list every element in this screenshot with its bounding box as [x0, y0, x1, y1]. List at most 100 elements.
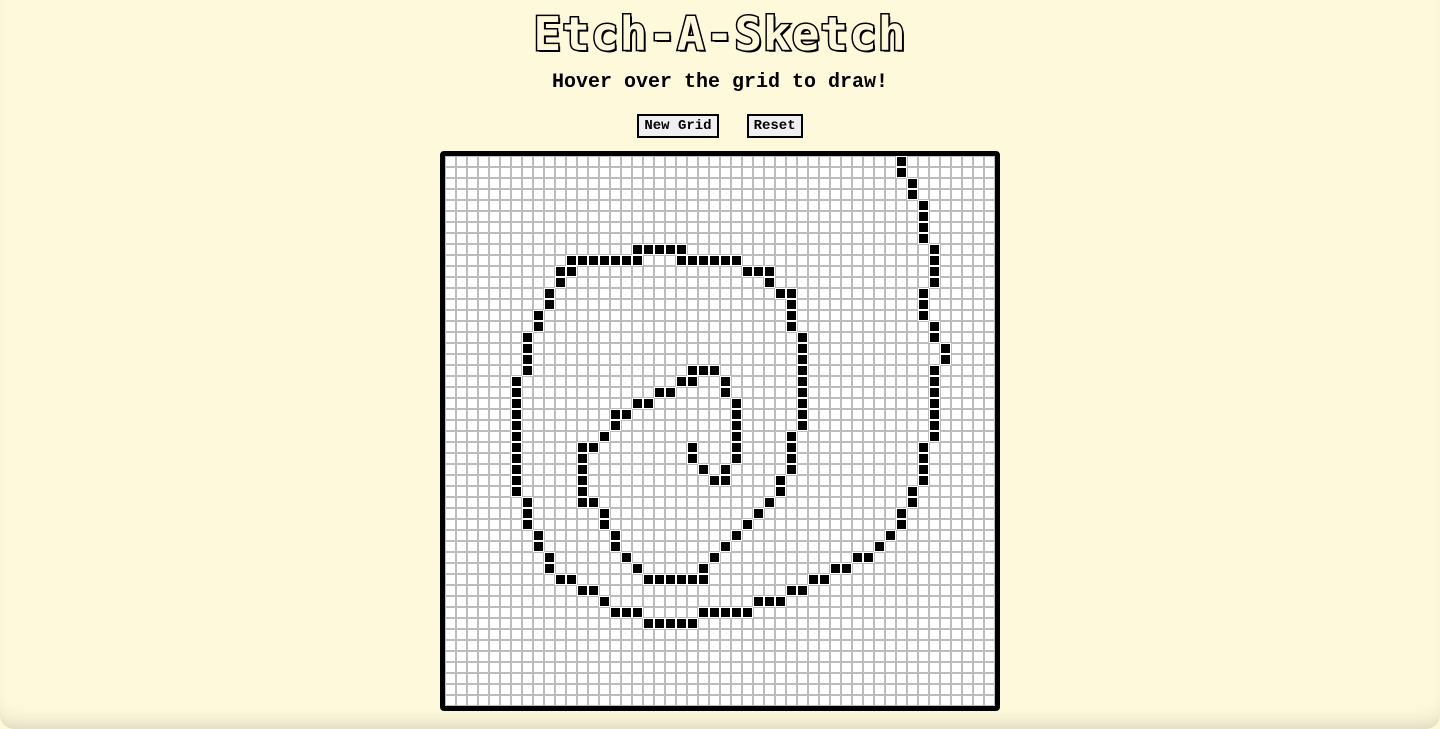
grid-cell[interactable]: [863, 497, 874, 508]
grid-cell[interactable]: [555, 266, 566, 277]
grid-cell[interactable]: [489, 574, 500, 585]
grid-cell[interactable]: [698, 200, 709, 211]
grid-cell[interactable]: [511, 640, 522, 651]
grid-cell[interactable]: [863, 464, 874, 475]
grid-cell[interactable]: [544, 387, 555, 398]
grid-cell[interactable]: [731, 398, 742, 409]
grid-cell[interactable]: [819, 398, 830, 409]
grid-cell[interactable]: [500, 178, 511, 189]
grid-cell[interactable]: [533, 332, 544, 343]
grid-cell[interactable]: [962, 387, 973, 398]
grid-cell[interactable]: [709, 684, 720, 695]
grid-cell[interactable]: [764, 244, 775, 255]
grid-cell[interactable]: [852, 332, 863, 343]
grid-cell[interactable]: [775, 233, 786, 244]
grid-cell[interactable]: [566, 541, 577, 552]
grid-cell[interactable]: [885, 497, 896, 508]
grid-cell[interactable]: [753, 442, 764, 453]
grid-cell[interactable]: [962, 233, 973, 244]
grid-cell[interactable]: [973, 233, 984, 244]
grid-cell[interactable]: [929, 662, 940, 673]
grid-cell[interactable]: [511, 453, 522, 464]
grid-cell[interactable]: [742, 618, 753, 629]
grid-cell[interactable]: [731, 618, 742, 629]
grid-cell[interactable]: [643, 453, 654, 464]
grid-cell[interactable]: [467, 332, 478, 343]
grid-cell[interactable]: [621, 596, 632, 607]
grid-cell[interactable]: [577, 519, 588, 530]
grid-cell[interactable]: [731, 563, 742, 574]
grid-cell[interactable]: [764, 695, 775, 706]
grid-cell[interactable]: [896, 519, 907, 530]
grid-cell[interactable]: [874, 189, 885, 200]
grid-cell[interactable]: [621, 552, 632, 563]
grid-cell[interactable]: [885, 343, 896, 354]
grid-cell[interactable]: [775, 211, 786, 222]
grid-cell[interactable]: [940, 629, 951, 640]
grid-cell[interactable]: [852, 222, 863, 233]
grid-cell[interactable]: [753, 266, 764, 277]
grid-cell[interactable]: [632, 585, 643, 596]
grid-cell[interactable]: [489, 299, 500, 310]
grid-cell[interactable]: [819, 640, 830, 651]
grid-cell[interactable]: [511, 541, 522, 552]
grid-cell[interactable]: [665, 651, 676, 662]
grid-cell[interactable]: [841, 387, 852, 398]
grid-cell[interactable]: [621, 475, 632, 486]
grid-cell[interactable]: [676, 508, 687, 519]
grid-cell[interactable]: [786, 244, 797, 255]
grid-cell[interactable]: [577, 497, 588, 508]
grid-cell[interactable]: [775, 332, 786, 343]
grid-cell[interactable]: [698, 651, 709, 662]
grid-cell[interactable]: [962, 255, 973, 266]
grid-cell[interactable]: [544, 607, 555, 618]
grid-cell[interactable]: [698, 189, 709, 200]
grid-cell[interactable]: [500, 596, 511, 607]
grid-cell[interactable]: [610, 497, 621, 508]
grid-cell[interactable]: [467, 420, 478, 431]
grid-cell[interactable]: [654, 475, 665, 486]
grid-cell[interactable]: [973, 200, 984, 211]
grid-cell[interactable]: [874, 497, 885, 508]
grid-cell[interactable]: [940, 189, 951, 200]
grid-cell[interactable]: [753, 684, 764, 695]
grid-cell[interactable]: [555, 629, 566, 640]
grid-cell[interactable]: [687, 365, 698, 376]
grid-cell[interactable]: [709, 343, 720, 354]
grid-cell[interactable]: [610, 662, 621, 673]
grid-cell[interactable]: [808, 420, 819, 431]
grid-cell[interactable]: [698, 310, 709, 321]
grid-cell[interactable]: [951, 244, 962, 255]
grid-cell[interactable]: [962, 618, 973, 629]
grid-cell[interactable]: [984, 618, 995, 629]
grid-cell[interactable]: [984, 607, 995, 618]
grid-cell[interactable]: [775, 299, 786, 310]
grid-cell[interactable]: [742, 310, 753, 321]
grid-cell[interactable]: [896, 662, 907, 673]
grid-cell[interactable]: [984, 233, 995, 244]
grid-cell[interactable]: [918, 343, 929, 354]
grid-cell[interactable]: [720, 365, 731, 376]
grid-cell[interactable]: [907, 211, 918, 222]
grid-cell[interactable]: [643, 343, 654, 354]
grid-cell[interactable]: [918, 299, 929, 310]
grid-cell[interactable]: [456, 618, 467, 629]
grid-cell[interactable]: [775, 167, 786, 178]
grid-cell[interactable]: [896, 178, 907, 189]
grid-cell[interactable]: [522, 585, 533, 596]
grid-cell[interactable]: [522, 618, 533, 629]
grid-cell[interactable]: [511, 409, 522, 420]
grid-cell[interactable]: [797, 629, 808, 640]
grid-cell[interactable]: [522, 167, 533, 178]
grid-cell[interactable]: [764, 596, 775, 607]
grid-cell[interactable]: [929, 255, 940, 266]
grid-cell[interactable]: [676, 266, 687, 277]
grid-cell[interactable]: [852, 200, 863, 211]
grid-cell[interactable]: [808, 310, 819, 321]
grid-cell[interactable]: [896, 486, 907, 497]
grid-cell[interactable]: [830, 530, 841, 541]
grid-cell[interactable]: [698, 233, 709, 244]
grid-cell[interactable]: [808, 189, 819, 200]
grid-cell[interactable]: [742, 409, 753, 420]
grid-cell[interactable]: [863, 673, 874, 684]
